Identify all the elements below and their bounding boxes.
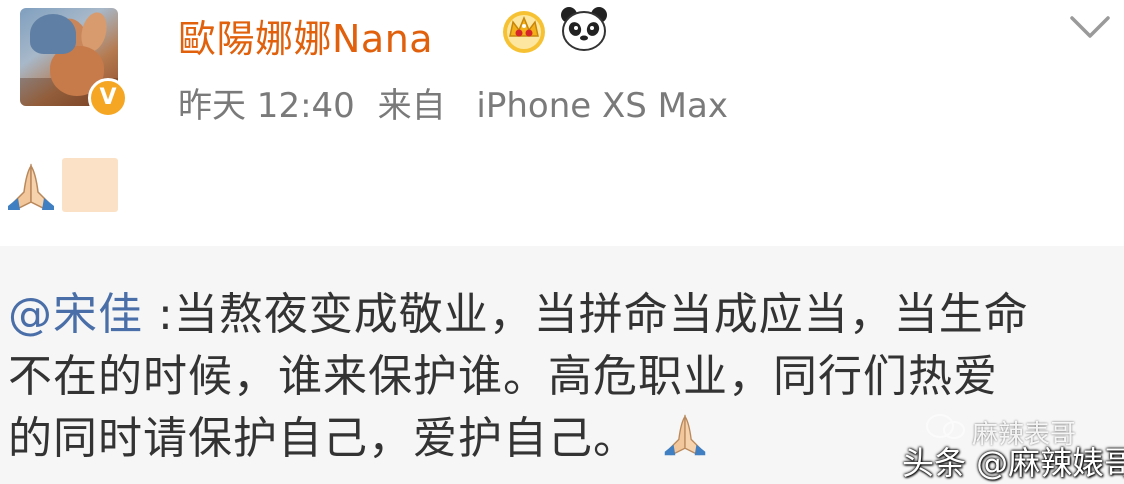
- repost-line-2: 不在的时候，谁来保护谁。高危职业，同行们热爱: [8, 351, 998, 402]
- mention-separator: :: [143, 289, 174, 340]
- verified-badge-label: V: [99, 84, 117, 110]
- repost-line-1-text: 当熬夜变成敬业，当拼命当成应当，当生命: [173, 289, 1029, 340]
- post-time: 昨天 12:40: [178, 86, 355, 126]
- chevron-down-icon[interactable]: [1068, 14, 1112, 40]
- verified-badge: V: [88, 78, 128, 118]
- author-name[interactable]: 歐陽娜娜Nana: [178, 8, 433, 63]
- pray-icon: [664, 414, 706, 456]
- pray-icon: [8, 163, 54, 210]
- crown-icon: [503, 11, 545, 53]
- post-source-prefix: 来自: [377, 86, 446, 126]
- repost-line-3-text: 的同时请保护自己，爱护自己。: [8, 413, 638, 464]
- watermark-text: 头条 @麻辣婊哥: [902, 444, 1124, 482]
- post-source-device[interactable]: iPhone XS Max: [476, 86, 728, 126]
- repost-line-1: @宋佳 :当熬夜变成敬业，当拼命当成应当，当生命: [8, 284, 1118, 346]
- panda-icon: [561, 7, 607, 51]
- repost-block[interactable]: @宋佳 :当熬夜变成敬业，当拼命当成应当，当生命 不在的时候，谁来保护谁。高危职…: [0, 246, 1124, 484]
- mention-link[interactable]: @宋佳: [8, 289, 143, 340]
- post-meta: 昨天 12:40 来自 iPhone XS Max: [178, 78, 728, 127]
- weibo-post: V 歐陽娜娜Nana 昨天 12:40 来自 iPhone XS Max: [0, 0, 1124, 246]
- blank-emoji-icon: [62, 158, 118, 212]
